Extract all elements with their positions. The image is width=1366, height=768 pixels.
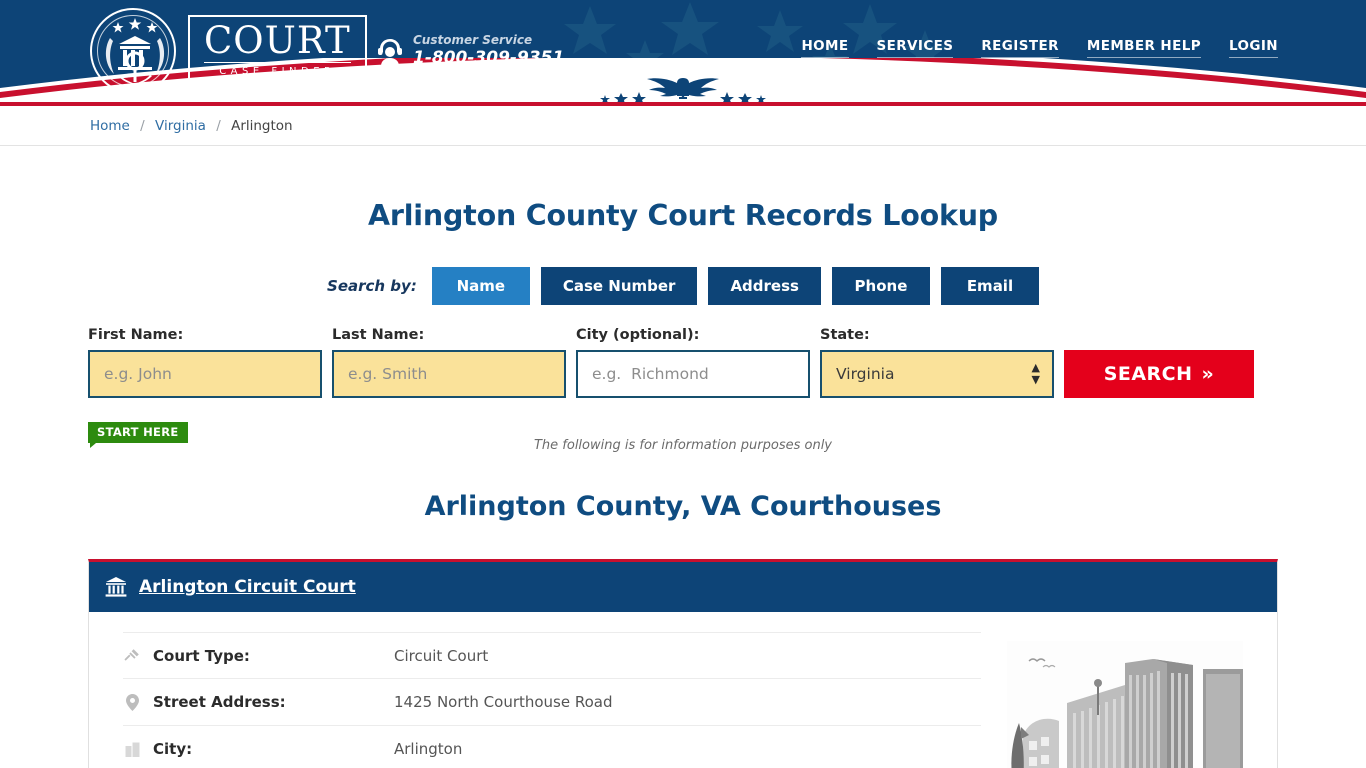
- court-card-body: Court Type: Circuit Court Street Address…: [89, 612, 1277, 768]
- detail-value-city: Arlington: [394, 740, 463, 758]
- state-field-group: State: Virginia ▲ ▼: [820, 327, 1054, 398]
- detail-value-street-address: 1425 North Courthouse Road: [394, 693, 613, 711]
- table-row: City: Arlington: [123, 726, 981, 768]
- logo-main-text: COURT: [204, 19, 351, 62]
- detail-label-city: City:: [153, 740, 193, 758]
- first-name-field-group: First Name:: [88, 327, 322, 398]
- page-title: Arlington County Court Records Lookup: [368, 199, 998, 232]
- nav-item-login[interactable]: LOGIN: [1229, 38, 1278, 58]
- detail-label-court-type: Court Type:: [153, 646, 250, 665]
- breadcrumb: Home / Virginia / Arlington: [88, 106, 1278, 146]
- headset-support-icon: [378, 38, 402, 66]
- city-input[interactable]: [576, 350, 810, 398]
- search-by-label: Search by:: [327, 277, 417, 295]
- city-field-group: City (optional):: [576, 327, 810, 398]
- breadcrumb-item-virginia[interactable]: Virginia: [155, 118, 206, 134]
- courthouse-photo: [1007, 632, 1243, 768]
- detail-value-court-type: Circuit Court: [394, 646, 489, 665]
- site-logo[interactable]: COURT CASE FINDER: [90, 8, 367, 94]
- court-name-link[interactable]: Arlington Circuit Court: [139, 577, 356, 597]
- first-name-label: First Name:: [88, 327, 184, 343]
- last-name-field-group: Last Name:: [332, 327, 566, 398]
- court-detail-list: Court Type: Circuit Court Street Address…: [123, 632, 981, 768]
- court-card: Arlington Circuit Court Court Type: Circ…: [88, 559, 1278, 768]
- tab-address[interactable]: Address: [708, 267, 821, 305]
- tab-case-number[interactable]: Case Number: [540, 267, 698, 305]
- breadcrumb-item-home[interactable]: Home: [90, 118, 130, 134]
- search-button[interactable]: SEARCH »: [1064, 350, 1254, 398]
- tab-phone[interactable]: Phone: [831, 267, 930, 305]
- state-select[interactable]: Virginia: [820, 350, 1054, 398]
- logo-sub-text: CASE FINDER: [204, 62, 351, 79]
- last-name-label: Last Name:: [332, 327, 425, 343]
- customer-service-phone[interactable]: 1-800-309-9351: [413, 48, 564, 68]
- search-form: First Name: Last Name: City (optional): …: [88, 327, 1278, 398]
- disclaimer-text: The following is for information purpose…: [533, 438, 833, 453]
- last-name-input[interactable]: [332, 350, 566, 398]
- tab-name[interactable]: Name: [431, 267, 530, 305]
- breadcrumb-bar: Home / Virginia / Arlington: [0, 106, 1366, 146]
- site-header: COURT CASE FINDER Customer Service 1-800…: [0, 0, 1366, 102]
- search-by-tabs: Search by: Name Case Number Address Phon…: [88, 267, 1278, 305]
- search-button-label: SEARCH: [1103, 363, 1193, 385]
- customer-service-block[interactable]: Customer Service 1-800-309-9351: [376, 33, 564, 68]
- courthouse-seal-icon: [90, 8, 176, 94]
- first-name-input[interactable]: [88, 350, 322, 398]
- start-here-badge: START HERE: [88, 422, 188, 448]
- double-chevron-right-icon: »: [1201, 363, 1215, 385]
- gavel-icon: [123, 648, 141, 664]
- section-title: Arlington County, VA Courthouses: [424, 491, 942, 522]
- nav-item-home[interactable]: HOME: [801, 38, 849, 58]
- breadcrumb-separator: /: [140, 118, 145, 134]
- breadcrumb-separator: /: [216, 118, 221, 134]
- nav-item-member-help[interactable]: MEMBER HELP: [1086, 38, 1201, 58]
- tab-email[interactable]: Email: [940, 267, 1039, 305]
- table-row: Street Address: 1425 North Courthouse Ro…: [123, 679, 981, 726]
- nav-item-register[interactable]: REGISTER: [981, 38, 1059, 58]
- bank-courthouse-icon: [105, 577, 127, 597]
- main-navigation: HOME SERVICES REGISTER MEMBER HELP LOGIN: [801, 38, 1278, 58]
- nav-item-services[interactable]: SERVICES: [876, 38, 954, 58]
- court-card-header: Arlington Circuit Court: [89, 562, 1277, 612]
- city-icon: [123, 742, 141, 757]
- main-content: Arlington County Court Records Lookup Se…: [88, 199, 1278, 768]
- detail-label-street-address: Street Address:: [153, 693, 286, 711]
- city-label: City (optional):: [576, 327, 700, 343]
- customer-service-label: Customer Service: [413, 33, 533, 47]
- table-row: Court Type: Circuit Court: [123, 632, 981, 679]
- breadcrumb-item-arlington: Arlington: [231, 118, 293, 134]
- map-pin-icon: [123, 693, 141, 711]
- state-label: State:: [820, 327, 870, 343]
